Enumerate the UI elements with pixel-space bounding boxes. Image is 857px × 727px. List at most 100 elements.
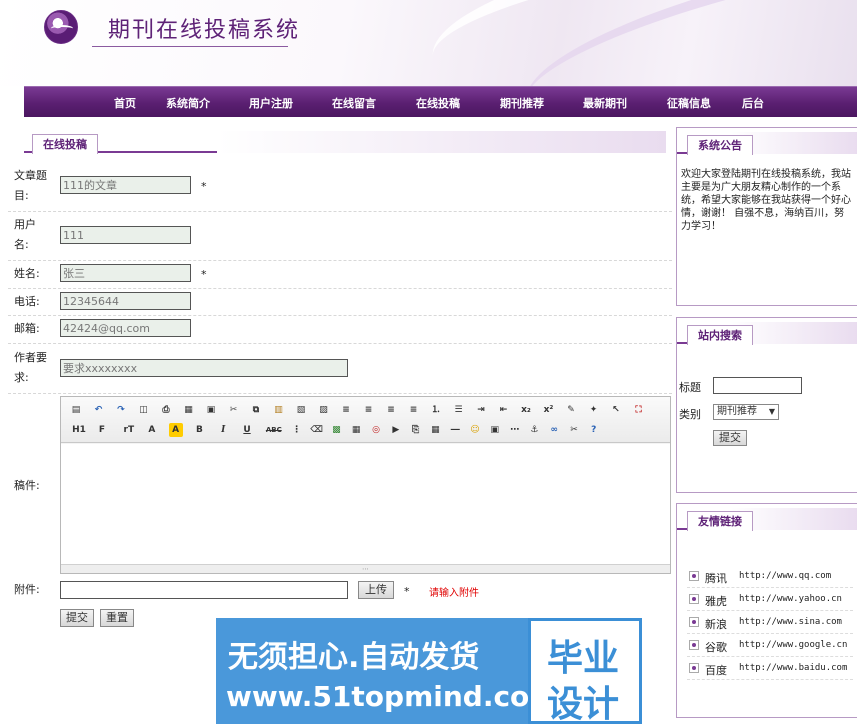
print-icon[interactable]: ⎙: [159, 403, 173, 417]
emoticon-icon[interactable]: ☺: [468, 423, 482, 437]
notice-header: 系统公告: [677, 132, 857, 155]
nav-recommend[interactable]: 期刊推荐: [500, 95, 544, 111]
unlink-icon[interactable]: ✂: [567, 423, 581, 437]
nav-call-for-papers[interactable]: 征稿信息: [667, 95, 711, 111]
link-icon[interactable]: ∞: [547, 423, 561, 437]
watermark-url: www.51topmind.com: [226, 680, 559, 713]
attachment-input[interactable]: [60, 581, 348, 599]
username-input[interactable]: [60, 226, 191, 244]
undo-icon[interactable]: ↶: [92, 403, 106, 417]
required-mark: *: [201, 268, 207, 281]
link-url: http://www.sina.com: [739, 617, 842, 627]
source-icon[interactable]: ▤: [69, 403, 83, 417]
friend-link-item[interactable]: 谷歌 http://www.google.cn: [687, 635, 853, 657]
upload-button[interactable]: 上传: [358, 581, 394, 599]
preview-icon[interactable]: ◫: [137, 403, 151, 417]
highlight-icon[interactable]: A: [168, 423, 183, 437]
friend-link-item[interactable]: 新浪 http://www.sina.com: [687, 612, 853, 634]
image-icon[interactable]: ▩: [329, 423, 343, 437]
pagebreak-icon[interactable]: ⋯: [508, 423, 522, 437]
friend-link-item[interactable]: 百度 http://www.baidu.com: [687, 658, 853, 680]
form-row-username: 用户 名:: [8, 212, 672, 261]
tab-header-fade: [216, 131, 666, 153]
title-input[interactable]: [60, 176, 191, 194]
indent-icon[interactable]: ⇥: [474, 403, 488, 417]
bullet-icon: [689, 594, 699, 604]
fullscreen-icon[interactable]: ⛶: [632, 403, 646, 417]
ordered-list-icon[interactable]: ⒈: [429, 403, 443, 417]
site-search-box: 站内搜索 标题 类别 期刊推荐 ▼ 提交: [676, 317, 857, 493]
link-url: http://www.yahoo.cn: [739, 594, 842, 604]
paste-text-icon[interactable]: ▧: [294, 403, 308, 417]
line-height-icon[interactable]: ⋮: [290, 423, 304, 437]
nav-register[interactable]: 用户注册: [249, 95, 293, 111]
editor-content-area[interactable]: [61, 444, 670, 564]
justify-icon[interactable]: ≡: [407, 403, 421, 417]
bullet-icon: [689, 640, 699, 650]
editor-resize-handle[interactable]: ⋯: [61, 564, 670, 573]
nav-admin[interactable]: 后台: [742, 95, 764, 111]
bold-icon[interactable]: B: [192, 423, 206, 437]
font-color-icon[interactable]: A: [145, 423, 159, 437]
reset-button[interactable]: 重置: [100, 609, 134, 627]
align-right-icon[interactable]: ≡: [384, 403, 398, 417]
font-family-icon[interactable]: F: [95, 423, 109, 437]
unordered-list-icon[interactable]: ☰: [452, 403, 466, 417]
category-select[interactable]: 期刊推荐 ▼: [713, 404, 779, 420]
subscript-icon[interactable]: x₂: [519, 403, 533, 417]
paste-word-icon[interactable]: ▨: [317, 403, 331, 417]
redo-icon[interactable]: ↷: [114, 403, 128, 417]
media-icon[interactable]: ▶: [389, 423, 403, 437]
form-row-title: 文章题 目: *: [8, 162, 672, 212]
phone-input[interactable]: [60, 292, 191, 310]
form-row-email: 邮箱:: [8, 316, 672, 344]
heading-icon[interactable]: H1: [69, 423, 89, 437]
copy-icon[interactable]: ⧉: [249, 403, 263, 417]
bullet-icon: [689, 663, 699, 673]
author-requirement-input[interactable]: [60, 359, 348, 377]
cut-icon[interactable]: ✂: [227, 403, 241, 417]
font-size-icon[interactable]: rT: [119, 423, 139, 437]
friend-link-item[interactable]: 腾讯 http://www.qq.com: [687, 566, 853, 588]
template-icon[interactable]: ▦: [182, 403, 196, 417]
italic-icon[interactable]: I: [216, 423, 230, 437]
align-left-icon[interactable]: ≡: [339, 403, 353, 417]
select-all-icon[interactable]: ✦: [587, 403, 601, 417]
search-submit-button[interactable]: 提交: [713, 430, 747, 446]
notice-box: 系统公告 欢迎大家登陆期刊在线投稿系统，我站主要是为广大朋友精心制作的一个系统，…: [676, 127, 857, 306]
nav-home[interactable]: 首页: [114, 95, 136, 111]
strikethrough-icon[interactable]: ABC: [264, 423, 284, 437]
underline-icon[interactable]: U: [240, 423, 254, 437]
friend-link-item[interactable]: 雅虎 http://www.yahoo.cn: [687, 589, 853, 611]
nav-submit[interactable]: 在线投稿: [416, 95, 460, 111]
hr-icon[interactable]: ―: [448, 423, 462, 437]
nav-latest[interactable]: 最新期刊: [583, 95, 627, 111]
multi-image-icon[interactable]: ▦: [349, 423, 363, 437]
table-icon[interactable]: ▦: [428, 423, 442, 437]
superscript-icon[interactable]: x²: [542, 403, 556, 417]
map-icon[interactable]: ▣: [488, 423, 502, 437]
form-row-attachment: 附件: 上传 * 请输入附件: [8, 577, 672, 605]
cursor-icon[interactable]: ↖: [609, 403, 623, 417]
name-input[interactable]: [60, 264, 191, 282]
nav-guestbook[interactable]: 在线留言: [332, 95, 376, 111]
nav-about[interactable]: 系统简介: [166, 95, 210, 111]
submit-button[interactable]: 提交: [60, 609, 94, 627]
search-title-input[interactable]: [713, 377, 802, 394]
about-icon[interactable]: ?: [587, 423, 601, 437]
remove-format-icon[interactable]: ⌫: [310, 423, 324, 437]
search-category-label: 类别: [679, 408, 701, 421]
email-input[interactable]: [60, 319, 191, 337]
outdent-icon[interactable]: ⇤: [497, 403, 511, 417]
anchor-icon[interactable]: ⚓: [527, 423, 541, 437]
required-mark: *: [201, 180, 207, 193]
link-url: http://www.google.cn: [739, 640, 848, 650]
align-center-icon[interactable]: ≡: [362, 403, 376, 417]
clear-format-icon[interactable]: ✎: [564, 403, 578, 417]
email-label: 邮箱:: [14, 322, 40, 335]
paste-icon[interactable]: ▥: [272, 403, 286, 417]
flash-icon[interactable]: ◎: [369, 423, 383, 437]
code-icon[interactable]: ▣: [204, 403, 218, 417]
username-label-line1: 用户: [14, 218, 36, 231]
attach-file-icon[interactable]: ⎘: [409, 423, 423, 437]
